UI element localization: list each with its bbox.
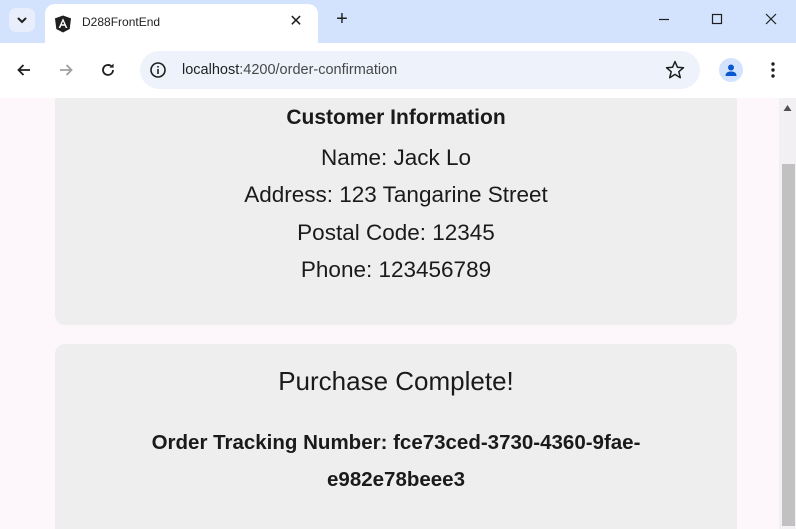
forward-button[interactable] (53, 57, 79, 83)
tab-strip: D288FrontEnd ✕ + (0, 0, 796, 43)
browser-menu-button[interactable] (763, 58, 783, 82)
maximize-icon (711, 13, 723, 25)
url-host: localhost (182, 62, 240, 78)
site-info-icon[interactable] (149, 61, 167, 79)
customer-postal-code: Postal Code: 12345 (297, 220, 495, 245)
scrollbar-thumb[interactable] (782, 164, 795, 526)
minimize-button[interactable] (641, 4, 687, 34)
back-arrow-icon (17, 64, 30, 76)
tracking-line-1: Order Tracking Number: fce73ced-3730-436… (151, 431, 641, 454)
tracking-line-2: e982e78beee3 (327, 468, 465, 491)
new-tab-button[interactable]: + (330, 8, 354, 32)
customer-information-card: Customer Information Name: Jack Lo Addre… (55, 98, 737, 325)
kebab-menu-icon (771, 62, 775, 78)
chevron-down-icon (17, 17, 27, 24)
customer-address: Address: 123 Tangarine Street (244, 182, 548, 207)
order-tracking-number: Order Tracking Number: fce73ced-3730-436… (115, 424, 677, 498)
url-text: localhost:4200/order-confirmation (182, 62, 397, 78)
back-button[interactable] (11, 57, 37, 83)
browser-toolbar: localhost:4200/order-confirmation (0, 43, 796, 98)
address-bar[interactable]: localhost:4200/order-confirmation (140, 51, 700, 89)
profile-avatar-icon (725, 64, 737, 76)
profile-button[interactable] (719, 58, 743, 82)
url-port: :4200 (239, 62, 276, 78)
minimize-icon (659, 18, 669, 21)
customer-phone: Phone: 123456789 (300, 257, 492, 282)
forward-arrow-icon (60, 64, 73, 76)
vertical-scrollbar[interactable] (779, 98, 796, 529)
bookmark-star-icon[interactable] (664, 59, 686, 81)
reload-button[interactable] (95, 57, 121, 83)
tab-title: D288FrontEnd (82, 15, 161, 29)
reload-icon (102, 63, 114, 76)
tab-search-button[interactable] (9, 8, 35, 32)
active-tab[interactable]: D288FrontEnd ✕ (45, 4, 318, 43)
page-viewport: Customer Information Name: Jack Lo Addre… (0, 98, 779, 529)
purchase-complete-heading: Purchase Complete! (278, 366, 514, 396)
maximize-button[interactable] (694, 4, 740, 34)
url-path: /order-confirmation (275, 62, 398, 78)
close-icon (765, 13, 777, 25)
angular-logo-icon (55, 15, 71, 33)
close-window-button[interactable] (748, 4, 794, 34)
purchase-complete-card: Purchase Complete! Order Tracking Number… (55, 344, 737, 529)
customer-name: Name: Jack Lo (320, 145, 472, 170)
customer-information-heading: Customer Information (286, 106, 506, 129)
scroll-up-arrow-icon[interactable] (783, 104, 792, 112)
tab-close-icon[interactable]: ✕ (286, 12, 306, 32)
